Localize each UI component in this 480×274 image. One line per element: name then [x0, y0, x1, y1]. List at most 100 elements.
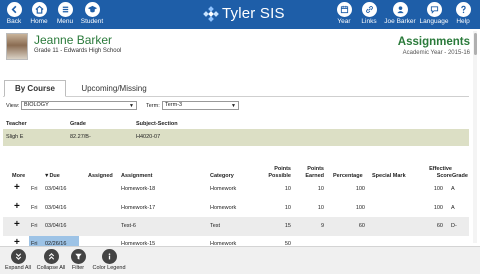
link-icon [361, 2, 377, 17]
expand-all-label: Expand All [5, 265, 31, 271]
table-row[interactable]: + Fri 03/04/16 Homework-18 Homework 10 1… [3, 180, 469, 199]
table-row[interactable]: + Fri 03/04/16 Homework-17 Homework 10 1… [3, 199, 469, 218]
back-label: Back [6, 18, 22, 25]
course-section: H4020-07 [136, 134, 161, 140]
row-percentage: 100 [355, 186, 365, 192]
info-icon [101, 249, 117, 264]
page-subtitle: Academic Year - 2015-16 [402, 50, 470, 56]
student-icon [84, 2, 100, 17]
chevron-down-icon: ▼ [129, 103, 134, 109]
links-label: Links [361, 18, 377, 25]
header-assigned[interactable]: Assigned [88, 173, 113, 180]
view-label: View: [6, 103, 20, 109]
expand-all-button[interactable]: Expand All [2, 249, 34, 271]
header-points-earned[interactable]: Points Earned [300, 166, 324, 180]
course-header-section: Subject-Section [136, 121, 178, 127]
back-button[interactable]: Back [0, 2, 28, 25]
year-button[interactable]: Year [330, 2, 358, 25]
collapse-all-label: Collapse All [36, 265, 66, 271]
table-row[interactable]: + Fri 03/04/16 Test-6 Test 15 9 60 60 D- [3, 217, 469, 236]
expand-row-icon[interactable]: + [14, 219, 20, 230]
home-icon [31, 2, 47, 17]
student-label: Student [80, 18, 104, 25]
page-title: Assignments [397, 36, 470, 48]
filter-button[interactable]: Filter [70, 249, 86, 271]
student-name: Jeanne Barker [34, 33, 113, 47]
tab-by-course[interactable]: By Course [4, 80, 66, 97]
course-teacher: Sligh E [6, 134, 24, 140]
header-special-mark[interactable]: Special Mark [372, 173, 406, 180]
menu-button[interactable]: Menu [51, 2, 79, 25]
term-select-value: Term-3 [165, 102, 183, 108]
student-info: Grade 11 - Edwards High School [34, 48, 122, 54]
user-account-button[interactable]: Joe Barker [384, 2, 416, 25]
term-label: Term: [146, 103, 160, 109]
course-header-grade: Grade [70, 121, 86, 127]
brand-logo: Tyler SIS [203, 5, 285, 22]
student-button[interactable]: Student [78, 2, 106, 25]
row-day: Fri [31, 205, 38, 211]
chat-icon [426, 2, 442, 17]
collapse-all-button[interactable]: Collapse All [34, 249, 68, 271]
row-category: Homework [210, 205, 237, 211]
color-legend-button[interactable]: Color Legend [90, 249, 128, 271]
row-points-earned: 9 [320, 223, 324, 229]
header-more[interactable]: More [12, 173, 25, 180]
header-effective-score[interactable]: Effective Score [424, 166, 452, 180]
row-grade: A [451, 205, 455, 211]
home-button[interactable]: Home [25, 2, 53, 25]
menu-label: Menu [56, 18, 74, 25]
expand-row-icon[interactable]: + [14, 201, 20, 212]
collapse-icon [43, 249, 59, 264]
row-effective-score: 100 [433, 205, 443, 211]
links-button[interactable]: Links [355, 2, 383, 25]
row-grade: A [451, 186, 455, 192]
help-button[interactable]: Help [449, 2, 477, 25]
row-assignment: Homework-18 [121, 186, 156, 192]
row-day: Fri [31, 223, 38, 229]
filter-icon [70, 249, 86, 264]
bottom-action-bar: Expand All Collapse All Filter Color Leg… [0, 246, 480, 274]
home-label: Home [30, 18, 48, 25]
year-label: Year [337, 18, 351, 25]
user-icon [392, 2, 408, 17]
header-due[interactable]: ▼Due [44, 173, 60, 180]
row-day: Fri [31, 186, 38, 192]
header-category[interactable]: Category [210, 173, 234, 180]
row-grade: D- [451, 223, 457, 229]
help-icon [455, 2, 471, 17]
language-button[interactable]: Language [420, 2, 448, 25]
row-category: Homework [210, 186, 237, 192]
color-legend-label: Color Legend [92, 265, 126, 271]
row-points-earned: 10 [317, 186, 324, 192]
header-points-possible[interactable]: Points Possible [259, 166, 291, 180]
row-points-possible: 15 [284, 223, 291, 229]
header-grade[interactable]: Grade [452, 173, 468, 180]
chevron-down-icon: ▼ [231, 103, 236, 109]
row-due: 03/04/16 [45, 205, 67, 211]
language-label: Language [419, 18, 449, 25]
term-select[interactable]: Term-3 ▼ [162, 101, 239, 110]
scrollbar-thumb[interactable] [474, 33, 477, 55]
view-select[interactable]: BIOLOGY ▼ [21, 101, 137, 110]
row-due: 03/04/16 [45, 223, 67, 229]
row-points-earned: 10 [317, 205, 324, 211]
header-assignment[interactable]: Assignment [121, 173, 152, 180]
row-points-possible: 10 [284, 186, 291, 192]
row-effective-score: 60 [436, 223, 443, 229]
row-percentage: 100 [355, 205, 365, 211]
course-grade: 82.27/B- [70, 134, 91, 140]
filter-label: Filter [71, 265, 85, 271]
row-percentage: 60 [358, 223, 365, 229]
row-effective-score: 100 [433, 186, 443, 192]
back-icon [6, 2, 22, 17]
app-window: Back Home Menu Student Tyler SIS Year Li… [0, 0, 480, 274]
row-category: Test [210, 223, 221, 229]
tab-upcoming-missing[interactable]: Upcoming/Missing [78, 80, 150, 97]
expand-row-icon[interactable]: + [14, 182, 20, 193]
student-avatar [6, 33, 28, 60]
row-assignment: Homework-17 [121, 205, 156, 211]
header-percentage[interactable]: Percentage [333, 173, 363, 180]
vertical-scrollbar[interactable] [473, 31, 477, 243]
calendar-icon [336, 2, 352, 17]
